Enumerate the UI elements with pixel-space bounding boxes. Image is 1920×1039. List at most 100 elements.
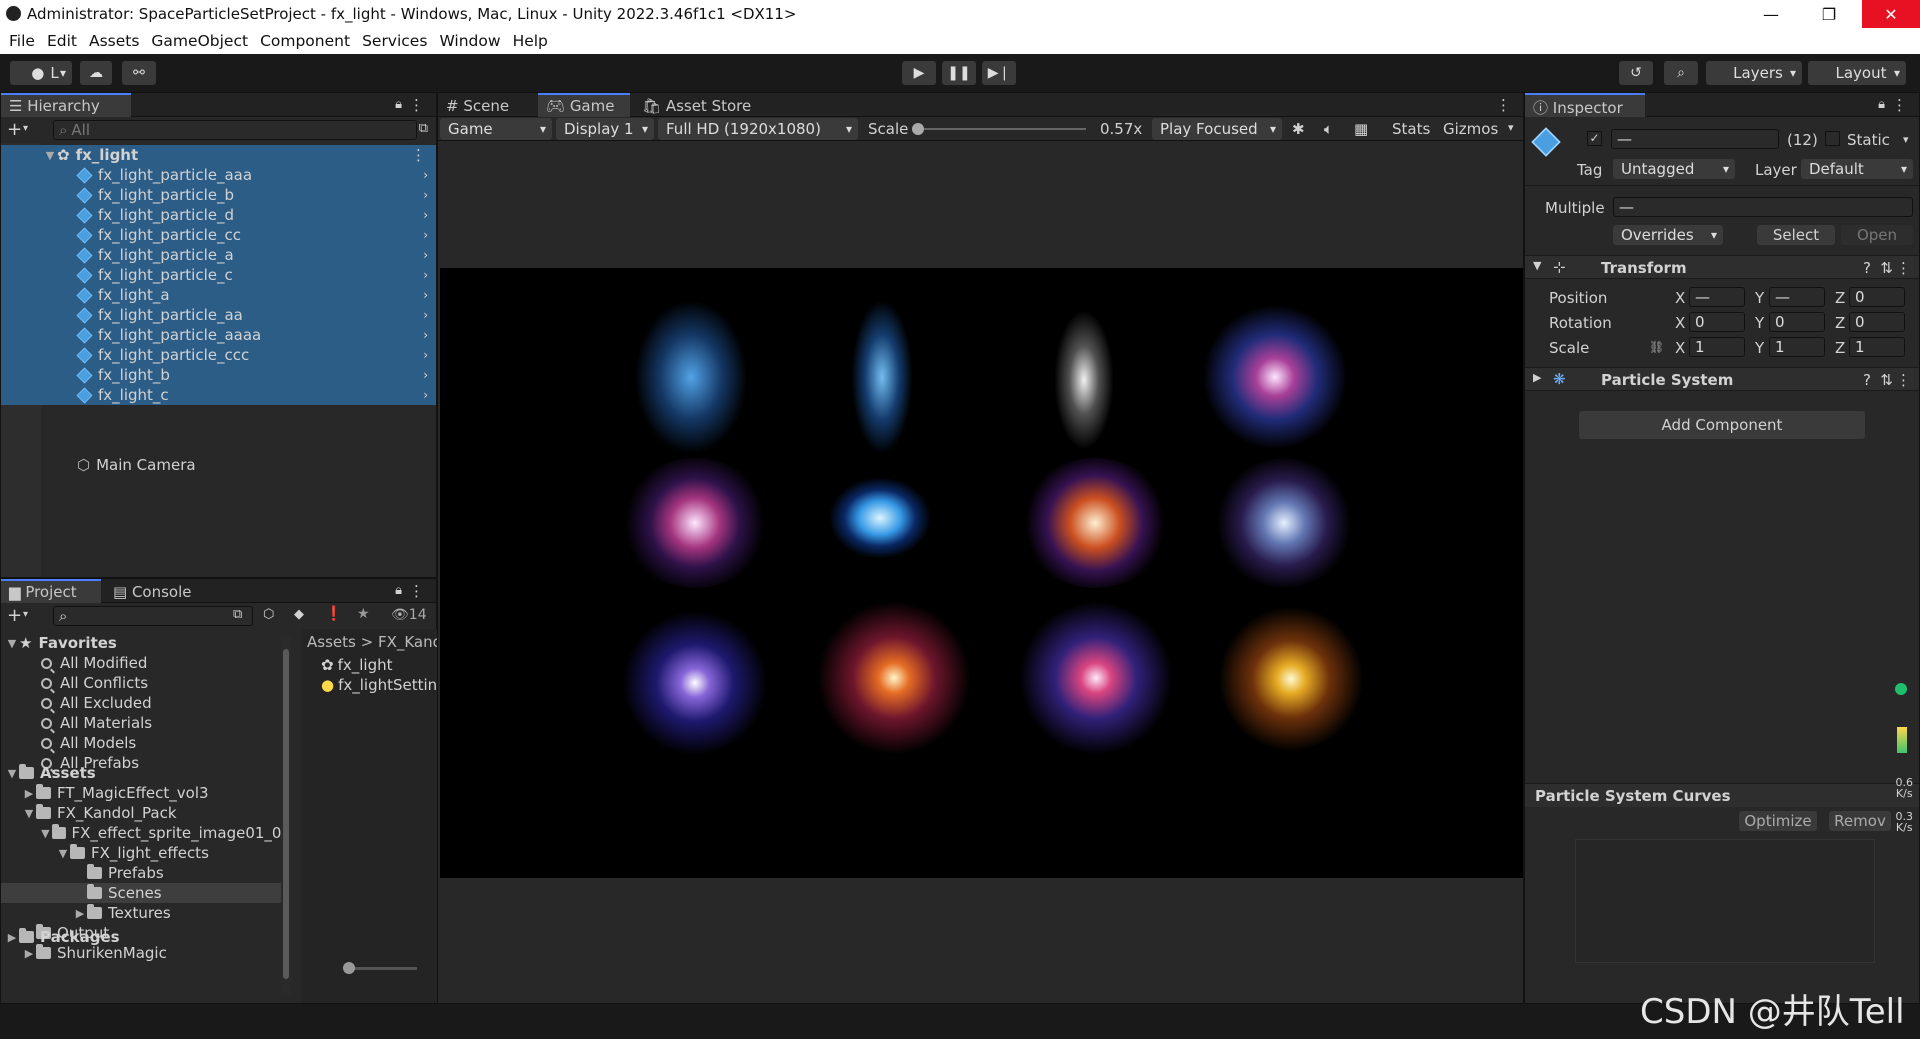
- scale-slider-handle[interactable]: [912, 123, 924, 135]
- multiple-field[interactable]: —: [1613, 197, 1913, 217]
- static-checkbox[interactable]: [1825, 131, 1840, 146]
- minimize-icon[interactable]: —: [1742, 0, 1800, 28]
- game-mode-dropdown[interactable]: Game: [440, 118, 552, 140]
- project-search-input[interactable]: ⌕: [53, 606, 253, 626]
- breadcrumb-assets[interactable]: Assets: [307, 633, 356, 651]
- rotation-y-field[interactable]: 0: [1769, 312, 1825, 332]
- position-z-field[interactable]: 0: [1849, 287, 1905, 307]
- menu-help[interactable]: Help: [508, 28, 555, 54]
- account-dropdown[interactable]: ● L: [10, 61, 72, 85]
- hidden-count[interactable]: 👁︎14: [391, 607, 427, 623]
- menu-edit[interactable]: Edit: [42, 28, 84, 54]
- tree-item[interactable]: fx_light_particle_ccc ›: [1, 345, 436, 365]
- chevron-right-icon[interactable]: ›: [423, 168, 428, 182]
- select-button[interactable]: Select: [1757, 225, 1835, 245]
- scene-search-icon[interactable]: ⧉: [419, 121, 428, 136]
- expand-arrow-icon[interactable]: ▼: [22, 807, 36, 820]
- folder-item[interactable]: Scenes: [1, 883, 291, 903]
- type-filter-icon[interactable]: ⬡: [263, 607, 274, 622]
- foldout-arrow-icon[interactable]: ▶: [1533, 371, 1541, 384]
- restore-icon[interactable]: ❐: [1800, 0, 1858, 28]
- kebab-menu-icon[interactable]: ⋮: [1892, 96, 1907, 114]
- tree-item[interactable]: fx_light_particle_aa ›: [1, 305, 436, 325]
- chevron-down-icon[interactable]: ▾: [1508, 121, 1514, 134]
- chevron-right-icon[interactable]: ›: [423, 188, 428, 202]
- packages-header[interactable]: ▶ Packages: [1, 927, 291, 947]
- expand-arrow-icon[interactable]: ▼: [56, 847, 70, 860]
- link-icon[interactable]: ⛓: [1649, 340, 1664, 354]
- chevron-down-icon[interactable]: ▾: [1903, 133, 1909, 146]
- lock-icon[interactable]: 🔒︎: [395, 97, 402, 112]
- folder-item[interactable]: ▼ FX_effect_sprite_image01_02: [1, 823, 291, 843]
- zoom-slider[interactable]: [343, 962, 417, 974]
- add-icon[interactable]: +: [7, 119, 22, 140]
- tree-item[interactable]: fx_light_particle_aaa ›: [1, 165, 436, 185]
- folder-item[interactable]: ▼ FX_Kandol_Pack: [1, 803, 291, 823]
- step-button[interactable]: ▶❘: [982, 61, 1016, 85]
- tree-item-root[interactable]: ▼ ✿ fx_light ⋮: [1, 145, 436, 165]
- star-icon[interactable]: ★: [357, 606, 370, 622]
- chevron-down-icon[interactable]: ▾: [23, 609, 28, 620]
- audio-icon[interactable]: 🔈︎: [1324, 120, 1333, 138]
- game-viewport[interactable]: [440, 268, 1523, 878]
- menu-component[interactable]: Component: [255, 28, 357, 54]
- favorite-item[interactable]: All Models: [1, 733, 291, 753]
- favorite-item[interactable]: All Excluded: [1, 693, 291, 713]
- foldout-arrow-icon[interactable]: ▼: [1533, 259, 1541, 272]
- preset-icon[interactable]: ⇅: [1880, 371, 1893, 389]
- position-x-field[interactable]: —: [1689, 287, 1745, 307]
- tab-scene[interactable]: # Scene: [438, 93, 519, 117]
- zoom-slider-handle[interactable]: [343, 962, 355, 974]
- menu-file[interactable]: File: [4, 28, 42, 54]
- menu-gameobject[interactable]: GameObject: [146, 28, 255, 54]
- preset-icon[interactable]: ⇅: [1880, 259, 1893, 277]
- tab-game[interactable]: 🎮︎ Game: [538, 93, 630, 117]
- search-options-icon[interactable]: ⧉: [233, 607, 242, 622]
- remove-button[interactable]: Remov: [1829, 811, 1891, 831]
- bug-icon[interactable]: ✱: [1292, 120, 1305, 138]
- tree-item[interactable]: fx_light_a ›: [1, 285, 436, 305]
- stats-button[interactable]: Stats: [1392, 120, 1430, 138]
- scrollbar[interactable]: [281, 635, 291, 995]
- chevron-right-icon[interactable]: ›: [423, 308, 428, 322]
- lock-icon[interactable]: 🔒︎: [1878, 97, 1885, 112]
- tree-item[interactable]: fx_light_particle_cc ›: [1, 225, 436, 245]
- chevron-right-icon[interactable]: ›: [423, 288, 428, 302]
- tab-hierarchy[interactable]: ☰ Hierarchy: [1, 93, 131, 117]
- expand-arrow-icon[interactable]: ▶: [22, 787, 36, 800]
- tree-item[interactable]: fx_light_particle_b ›: [1, 185, 436, 205]
- scrollbar-thumb[interactable]: [283, 649, 289, 979]
- play-mode-dropdown[interactable]: Play Focused: [1152, 118, 1282, 140]
- kebab-menu-icon[interactable]: ⋮: [1896, 371, 1911, 389]
- overrides-dropdown[interactable]: Overrides: [1613, 225, 1723, 245]
- display-dropdown[interactable]: Display 1: [556, 118, 654, 140]
- kebab-menu-icon[interactable]: ⋮: [411, 146, 426, 164]
- hierarchy-search-input[interactable]: ⌕ All: [53, 120, 417, 140]
- chevron-right-icon[interactable]: ›: [423, 208, 428, 222]
- name-field[interactable]: —: [1611, 129, 1779, 149]
- tab-project[interactable]: ▆ Project: [1, 579, 101, 603]
- chevron-right-icon[interactable]: ›: [423, 388, 428, 402]
- folder-item[interactable]: ▼ FX_light_effects: [1, 843, 291, 863]
- chevron-right-icon[interactable]: ›: [423, 268, 428, 282]
- particle-system-header[interactable]: ▶ ❋ Particle System ? ⇅ ⋮: [1525, 367, 1919, 391]
- optimize-button[interactable]: Optimize: [1739, 811, 1817, 831]
- expand-arrow-icon[interactable]: ▶: [5, 931, 19, 944]
- folder-item[interactable]: ▶ Textures: [1, 903, 291, 923]
- menu-services[interactable]: Services: [357, 28, 434, 54]
- favorites-header[interactable]: ▼ ★ Favorites: [1, 633, 291, 653]
- expand-arrow-icon[interactable]: ▼: [5, 637, 19, 650]
- tree-item[interactable]: fx_light_particle_a ›: [1, 245, 436, 265]
- file-item-scene[interactable]: ✿ fx_light: [301, 655, 437, 675]
- tab-console[interactable]: ▤ Console: [105, 579, 202, 603]
- active-checkbox[interactable]: ✓: [1587, 131, 1602, 146]
- tree-item[interactable]: fx_light_particle_aaaa ›: [1, 325, 436, 345]
- expand-arrow-icon[interactable]: ▼: [5, 767, 19, 780]
- tree-item[interactable]: fx_light_particle_c ›: [1, 265, 436, 285]
- help-icon[interactable]: ?: [1863, 371, 1871, 389]
- breadcrumb-folder[interactable]: FX_Kand: [378, 633, 442, 651]
- assets-header[interactable]: ▼ Assets: [1, 763, 291, 783]
- menu-window[interactable]: Window: [434, 28, 507, 54]
- chevron-right-icon[interactable]: ›: [423, 368, 428, 382]
- layer-dropdown[interactable]: Default: [1801, 159, 1913, 179]
